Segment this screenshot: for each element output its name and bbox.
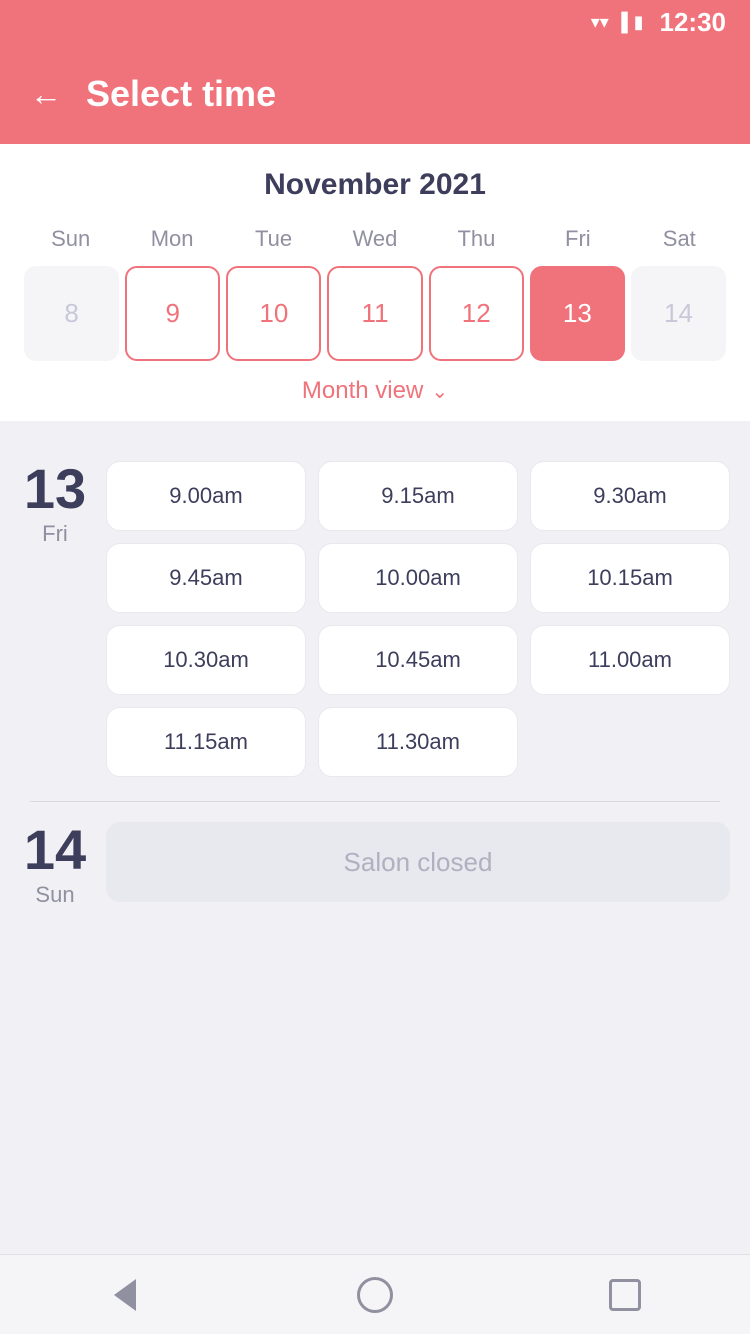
month-view-toggle[interactable]: Month view ⌄	[20, 377, 730, 405]
day-14-col: 14 Sun	[20, 822, 90, 908]
day-header-thu: Thu	[426, 222, 527, 256]
day-13-col: 13 Fri	[20, 461, 90, 777]
nav-home-button[interactable]	[350, 1270, 400, 1320]
time-slot-1045am[interactable]: 10.45am	[318, 625, 518, 695]
day-header-fri: Fri	[527, 222, 628, 256]
time-slot-1130am[interactable]: 11.30am	[318, 707, 518, 777]
page-title: Select time	[86, 73, 276, 115]
time-slot-930am[interactable]: 9.30am	[530, 461, 730, 531]
day-cell-10[interactable]: 10	[226, 266, 321, 361]
week-row: 8 9 10 11 12 13 14	[20, 266, 730, 361]
day-14-name: Sun	[35, 882, 74, 908]
chevron-down-icon: ⌄	[431, 379, 448, 404]
home-nav-icon	[357, 1277, 393, 1313]
day-block-14: 14 Sun Salon closed	[20, 802, 730, 932]
day-header-tue: Tue	[223, 222, 324, 256]
signal-icon: ▐	[615, 12, 628, 33]
day-cell-12[interactable]: 12	[429, 266, 524, 361]
day-cell-9[interactable]: 9	[125, 266, 220, 361]
day-header-wed: Wed	[324, 222, 425, 256]
day-block-13: 13 Fri 9.00am 9.15am 9.30am 9.45am 10.00…	[20, 441, 730, 801]
back-button[interactable]: ←	[30, 76, 62, 113]
status-time: 12:30	[660, 7, 727, 38]
back-nav-icon	[114, 1279, 136, 1311]
day-header-sat: Sat	[629, 222, 730, 256]
day-cell-14: 14	[631, 266, 726, 361]
slots-grid-13: 9.00am 9.15am 9.30am 9.45am 10.00am 10.1…	[106, 461, 730, 777]
time-slot-915am[interactable]: 9.15am	[318, 461, 518, 531]
recents-nav-icon	[609, 1279, 641, 1311]
time-slot-1000am[interactable]: 10.00am	[318, 543, 518, 613]
salon-closed-label: Salon closed	[344, 847, 493, 878]
day-header-sun: Sun	[20, 222, 121, 256]
month-view-label: Month view	[302, 377, 423, 405]
nav-recents-button[interactable]	[600, 1270, 650, 1320]
status-icons: ▾▾ ▐ ▮	[591, 12, 644, 33]
status-bar: ▾▾ ▐ ▮ 12:30	[0, 0, 750, 44]
battery-icon: ▮	[634, 12, 644, 33]
day-13-name: Fri	[42, 521, 68, 547]
navigation-bar	[0, 1254, 750, 1334]
month-year-label: November 2021	[20, 168, 730, 202]
day-cell-11[interactable]: 11	[327, 266, 422, 361]
time-slot-1015am[interactable]: 10.15am	[530, 543, 730, 613]
time-slot-1100am[interactable]: 11.00am	[530, 625, 730, 695]
time-slot-945am[interactable]: 9.45am	[106, 543, 306, 613]
nav-back-button[interactable]	[100, 1270, 150, 1320]
time-slot-900am[interactable]: 9.00am	[106, 461, 306, 531]
day-cell-13[interactable]: 13	[530, 266, 625, 361]
time-slot-1030am[interactable]: 10.30am	[106, 625, 306, 695]
app-header: ← Select time	[0, 44, 750, 144]
salon-closed-block: Salon closed	[106, 822, 730, 902]
slots-section: 13 Fri 9.00am 9.15am 9.30am 9.45am 10.00…	[0, 421, 750, 932]
time-slot-1115am[interactable]: 11.15am	[106, 707, 306, 777]
wifi-icon: ▾▾	[591, 12, 609, 33]
day-13-number: 13	[24, 461, 86, 517]
day-header-mon: Mon	[121, 222, 222, 256]
day-cell-8: 8	[24, 266, 119, 361]
calendar-section: November 2021 Sun Mon Tue Wed Thu Fri Sa…	[0, 144, 750, 421]
day-headers-row: Sun Mon Tue Wed Thu Fri Sat	[20, 222, 730, 256]
day-14-number: 14	[24, 822, 86, 878]
